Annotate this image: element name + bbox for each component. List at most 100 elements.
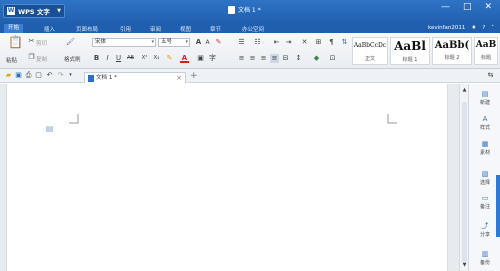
copy-label[interactable]: 复制 (36, 55, 47, 63)
new-tab-button[interactable]: + (190, 71, 198, 81)
chinese-layout-icon[interactable]: ✕ (300, 38, 309, 47)
italic-icon[interactable]: I (103, 54, 112, 63)
justify-icon[interactable]: ≡ (270, 54, 279, 63)
material-icon: ▦ (481, 140, 489, 148)
scissors-icon[interactable]: ✂ (27, 37, 36, 46)
align-left-icon[interactable]: ≡ (237, 54, 246, 63)
style-normal[interactable]: AaBbCcDc 正文 (352, 37, 388, 65)
format-painter-label[interactable]: 格式刷 (64, 55, 81, 63)
font-name-value: 宋体 (95, 39, 107, 45)
align-right-icon[interactable]: ≡ (259, 54, 268, 63)
side-new-label: 新建 (479, 100, 490, 106)
menu-office-space[interactable]: 办公空间 (242, 25, 264, 33)
wps-logo-icon: W (7, 7, 15, 15)
backup-icon: ▥ (481, 250, 489, 258)
menu-view[interactable]: 视图 (180, 25, 191, 33)
decrease-indent-icon[interactable]: ⇤ (272, 38, 281, 47)
bold-icon[interactable]: B (92, 54, 101, 63)
menu-section[interactable]: 章节 (210, 25, 221, 33)
minimize-button[interactable]: — (441, 2, 450, 12)
table-icon[interactable]: ⊞ (314, 38, 323, 47)
task-pane-accent (496, 175, 500, 237)
panel-toggle-icon[interactable]: ⇆ (486, 71, 495, 80)
menu-review[interactable]: 审阅 (150, 25, 161, 33)
app-menu-button[interactable]: W WPS 文字 ▼ (3, 4, 65, 18)
menu-page-layout[interactable]: 页面布局 (76, 25, 98, 33)
skin-icon[interactable]: ♦ (471, 25, 476, 31)
copy-icon[interactable]: ❐ (27, 53, 36, 62)
page-corner-mark (69, 114, 79, 124)
sort-icon[interactable]: ⇅ (340, 38, 349, 47)
close-button[interactable]: ✕ (484, 2, 492, 12)
distributed-icon[interactable]: ⊟ (281, 54, 290, 63)
cut-label[interactable]: 剪切 (36, 39, 47, 47)
undo-icon[interactable]: ↶ (45, 71, 54, 80)
strikethrough-icon[interactable]: AB (126, 54, 135, 63)
tab-document-1[interactable]: 文档 1 * × (84, 72, 186, 83)
style-normal-sample: AaBbCcDc (353, 42, 387, 49)
char-shading-icon[interactable]: ▣ (196, 54, 205, 63)
align-center-icon[interactable]: ≡ (248, 54, 257, 63)
menu-reference[interactable]: 引用 (120, 25, 131, 33)
bullets-icon[interactable]: ☰ (237, 38, 246, 47)
document-icon (228, 5, 235, 14)
underline-icon[interactable]: U (114, 54, 123, 63)
menu-home[interactable]: 开始 (4, 24, 24, 33)
chevron-up-icon[interactable]: ˄ (491, 25, 494, 31)
window-controls: — □ ✕ (441, 2, 492, 12)
numbering-icon[interactable]: ☷ (253, 38, 262, 47)
open-folder-icon[interactable]: ▰ (4, 71, 13, 80)
shading-icon[interactable]: ◆ (312, 54, 321, 63)
style-heading-1[interactable]: AaBl 标题 1 (390, 37, 430, 65)
font-size-select[interactable]: 五号 ▾ (158, 38, 190, 47)
help-icon[interactable]: ? (482, 25, 485, 31)
page-corner-mark (387, 114, 397, 124)
side-select-label: 选择 (479, 180, 490, 186)
side-material-label: 素材 (479, 150, 490, 156)
superscript-icon[interactable]: X² (140, 54, 149, 63)
paste-icon[interactable]: 📋 (8, 36, 23, 52)
document-page[interactable]: ▤ (6, 84, 448, 271)
menu-insert[interactable]: 插入 (44, 25, 55, 33)
new-doc-icon: ▤ (481, 90, 489, 98)
grow-font-icon[interactable]: A (194, 38, 203, 47)
redo-icon[interactable]: ↷ (56, 71, 65, 80)
side-backup-label: 备份 (479, 260, 490, 266)
vertical-scrollbar[interactable]: ▲ ▼ (459, 84, 468, 271)
font-color-icon[interactable]: A (180, 54, 189, 63)
scroll-thumb[interactable] (462, 102, 467, 262)
highlight-icon[interactable]: ✎ (165, 54, 174, 63)
chevron-down-icon[interactable]: ▾ (66, 71, 75, 80)
style-normal-label: 正文 (364, 56, 375, 62)
increase-indent-icon[interactable]: ⇥ (284, 38, 293, 47)
phonetic-icon[interactable]: 字 (208, 54, 217, 63)
paste-options-icon[interactable]: ▤ (45, 124, 54, 133)
window-title-text: 文档 1 * (238, 7, 261, 14)
style-heading-2-label: 标题 2 (444, 55, 460, 61)
side-style-label: 样式 (479, 125, 490, 131)
print-icon[interactable]: ⎙ (24, 71, 33, 80)
tab-close-icon[interactable]: × (176, 73, 182, 83)
shrink-font-icon[interactable]: A (203, 38, 212, 47)
line-spacing-icon[interactable]: ↕ (294, 54, 303, 63)
side-new-button[interactable]: ▤ 新建 (469, 90, 500, 106)
side-style-button[interactable]: A 样式 (469, 115, 500, 131)
style-heading-2[interactable]: AaBb( 标题 2 (432, 37, 472, 65)
preview-icon[interactable]: ▢ (34, 71, 43, 80)
menu-bar: 开始 插入 页面布局 引用 审阅 视图 章节 办公空间 kevinfan2011… (0, 24, 500, 33)
user-area: kevinfan2011 ♦ ? ˄ (428, 25, 494, 31)
maximize-button[interactable]: □ (463, 2, 472, 12)
user-name[interactable]: kevinfan2011 (428, 25, 465, 31)
border-icon[interactable]: ⊡ (328, 54, 337, 63)
style-heading-3[interactable]: AaB 标题 (474, 37, 498, 65)
clear-format-icon[interactable]: ✎ (214, 38, 223, 47)
show-marks-icon[interactable]: ¶ (327, 38, 336, 47)
save-icon[interactable]: ▣ (14, 71, 23, 80)
paste-label[interactable]: 粘贴 (6, 56, 17, 64)
subscript-icon[interactable]: X₂ (152, 54, 161, 63)
side-share-label: 分享 (479, 232, 490, 238)
side-backup-button[interactable]: ▥ 备份 (469, 250, 500, 266)
format-painter-icon[interactable]: 🖌 (66, 38, 75, 47)
side-material-button[interactable]: ▦ 素材 (469, 140, 500, 156)
font-name-select[interactable]: 宋体 ▾ (92, 38, 156, 47)
